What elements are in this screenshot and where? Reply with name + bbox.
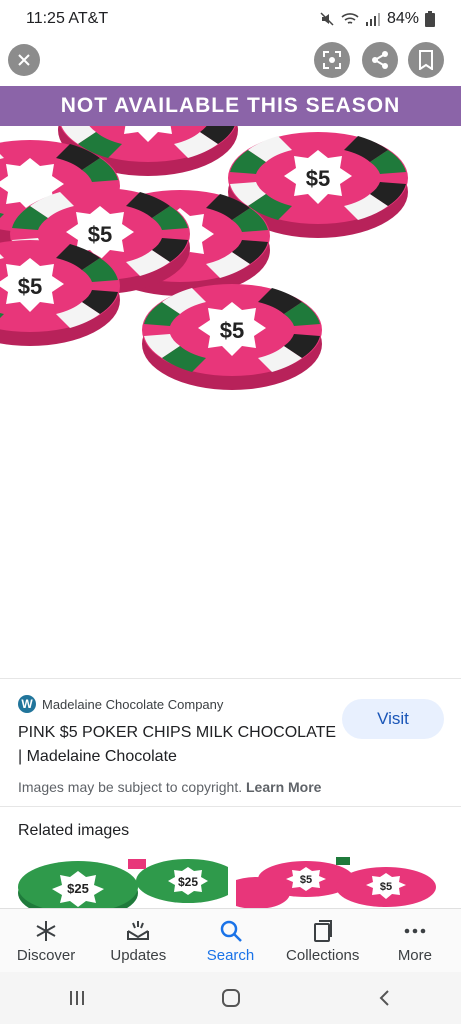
updates-icon — [127, 921, 150, 940]
nav-label: Search — [206, 947, 255, 964]
nav-discover[interactable]: Discover — [0, 909, 92, 973]
chip-label: $5 — [18, 274, 42, 299]
bookmark-icon — [419, 50, 433, 70]
nav-collections[interactable]: Collections — [277, 909, 369, 973]
back-icon[interactable] — [376, 988, 394, 1008]
system-nav-bar — [0, 972, 461, 1024]
nav-label: Discover — [16, 947, 76, 964]
close-button[interactable] — [8, 44, 40, 76]
search-icon — [220, 920, 242, 942]
related-image-thumb[interactable]: $25 $25 — [8, 857, 228, 909]
chip-label: $5 — [306, 166, 330, 191]
related-image-thumb[interactable]: $5 $5 — [236, 857, 454, 909]
save-button[interactable] — [408, 42, 444, 78]
top-actions — [0, 42, 461, 82]
season-banner: NOT AVAILABLE THIS SEASON — [0, 86, 461, 126]
nav-updates[interactable]: Updates — [92, 909, 184, 973]
status-time: 11:25 AT&T — [26, 10, 109, 27]
learn-more-link[interactable]: Learn More — [246, 779, 321, 795]
lens-button[interactable] — [314, 42, 350, 78]
collections-icon — [313, 920, 332, 942]
result-info: W Madelaine Chocolate Company PINK $5 PO… — [0, 678, 461, 807]
signal-icon — [365, 13, 380, 26]
copyright-text: Images may be subject to copyright. — [18, 779, 243, 795]
share-button[interactable] — [362, 42, 398, 78]
wifi-icon — [341, 13, 359, 24]
share-icon — [372, 51, 388, 69]
recent-apps-icon[interactable] — [67, 989, 87, 1007]
result-title[interactable]: PINK $5 POKER CHIPS MILK CHOCOLATE | Mad… — [18, 721, 338, 769]
chip-label: $5 — [88, 222, 112, 247]
mute-icon — [320, 12, 334, 26]
bottom-nav: Discover Updates Search Collections More — [0, 908, 461, 973]
home-icon[interactable] — [220, 987, 242, 1009]
copyright-notice: Images may be subject to copyright. Lear… — [18, 779, 321, 795]
nav-label: More — [397, 947, 432, 964]
source-row[interactable]: W Madelaine Chocolate Company — [18, 695, 223, 713]
lens-icon — [323, 51, 341, 69]
battery-percent: 84% — [386, 10, 419, 27]
more-icon — [404, 928, 426, 934]
divider — [0, 806, 461, 807]
nav-label: Collections — [286, 947, 360, 964]
nav-label: Updates — [110, 947, 167, 964]
poker-chips-image: $5 $5 $5 $5 $5 — [0, 86, 408, 390]
nav-search[interactable]: Search — [184, 909, 276, 973]
nav-more[interactable]: More — [369, 909, 461, 973]
asterisk-icon — [36, 921, 56, 941]
wordpress-icon: W — [18, 695, 36, 713]
battery-icon — [425, 11, 435, 27]
visit-button[interactable]: Visit — [342, 699, 444, 739]
result-image[interactable]: $5 $5 $5 $5 $5 — [0, 86, 461, 436]
thumb-chip-label: $5 — [380, 881, 392, 893]
thumb-chip-label: $25 — [178, 875, 198, 889]
related-images-title: Related images — [18, 822, 130, 839]
status-icons: 84% — [319, 10, 435, 28]
thumb-chip-label: $25 — [67, 881, 89, 896]
source-name: Madelaine Chocolate Company — [42, 696, 224, 712]
close-icon — [18, 54, 30, 66]
chip-label: $5 — [220, 318, 244, 343]
thumb-chip-label: $5 — [300, 874, 312, 886]
status-bar: 11:25 AT&T 84% — [0, 0, 461, 40]
